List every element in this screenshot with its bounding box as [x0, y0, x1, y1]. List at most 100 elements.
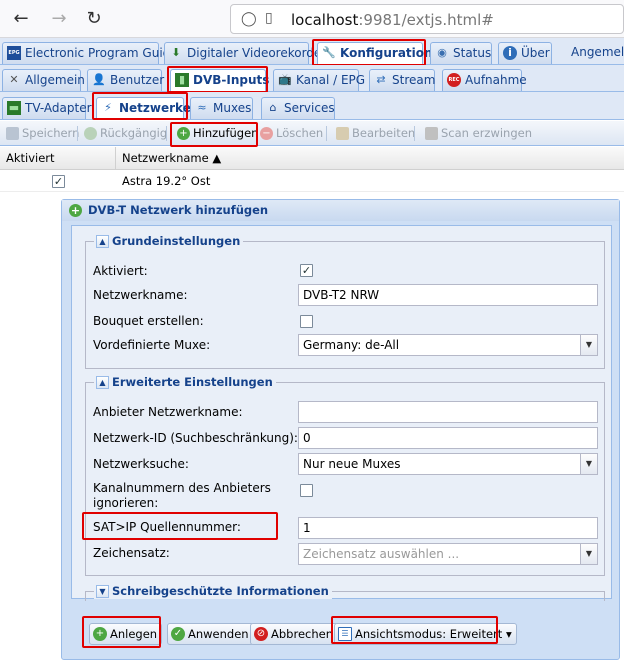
chevron-down-icon[interactable]: ▼ — [580, 454, 597, 474]
epg-icon: EPG — [7, 46, 21, 60]
tab-status-label: Status — [453, 46, 492, 60]
url-path: :9981/extjs.html# — [358, 11, 494, 29]
tab-about-label: Über — [521, 46, 550, 60]
undo-icon — [84, 127, 97, 140]
predefined-muxes-value: Germany: de-All — [303, 338, 400, 352]
tools-icon: ✕ — [9, 73, 19, 86]
undo-button[interactable]: Rückgängig — [82, 125, 167, 142]
download-icon: ⬇ — [171, 46, 181, 59]
network-name-input[interactable]: DVB-T2 NRW — [298, 284, 598, 306]
delete-button[interactable]: − Löschen — [258, 125, 323, 142]
bouquet-checkbox[interactable] — [300, 315, 313, 328]
apply-button-label: Anwenden — [188, 627, 249, 641]
stream-icon: ⇄ — [376, 73, 386, 86]
dialog-title: DVB-T Netzwerk hinzufügen — [88, 203, 269, 217]
row-activated-checkbox[interactable]: ✓ — [52, 175, 65, 188]
services-icon: ⌂ — [269, 101, 277, 114]
check-icon: ✓ — [171, 627, 185, 641]
tab-epg[interactable]: EPG Electronic Program Guide — [2, 42, 178, 64]
cancel-button[interactable]: ⊘ Abbrechen — [250, 623, 338, 645]
save-button[interactable]: Speichern — [4, 125, 79, 142]
network-search-select[interactable]: Nur neue Muxes ▼ — [298, 453, 598, 475]
tab-dvr[interactable]: ⬇ Digitaler Videorekorder — [164, 42, 326, 64]
provider-name-input[interactable] — [298, 401, 598, 423]
tab-stream[interactable]: ⇄ Stream — [369, 69, 435, 91]
scan-button-label: Scan erzwingen — [441, 126, 533, 140]
highlight-add — [170, 122, 258, 147]
tab-users-label: Benutzer — [110, 73, 165, 87]
scan-button[interactable]: Scan erzwingen — [423, 125, 532, 142]
readonly-fieldset: ▼ Schreibgeschützte Informationen — [85, 584, 605, 601]
tab-services-label: Services — [284, 101, 335, 115]
cancel-button-label: Abbrechen — [271, 627, 333, 641]
advanced-settings-title: Erweiterte Einstellungen — [112, 375, 273, 389]
charset-select[interactable]: Zeichensatz auswählen ... ▼ — [298, 543, 598, 565]
basic-settings-legend[interactable]: ▲ Grundeinstellungen — [94, 234, 244, 249]
highlight-dvb-inputs — [167, 66, 268, 93]
tv-icon: 📺 — [278, 73, 292, 86]
tab-recording[interactable]: REC Aufnahme — [442, 69, 527, 91]
network-name-label: Netzwerkname: — [93, 288, 188, 302]
add-icon: + — [69, 204, 82, 217]
tab-tv-adapter[interactable]: ▬ TV-Adapter — [2, 97, 92, 119]
ignore-numbers-label: Kanalnummern des Anbieters — [93, 481, 271, 495]
ignore-numbers-label-2: ignorieren: — [93, 496, 159, 510]
highlight-configuration — [312, 39, 426, 66]
browser-toolbar: ← → ↻ ◯ ▯ localhost:9981/extjs.html# — [0, 0, 624, 38]
chevron-down-icon[interactable]: ▼ — [580, 544, 597, 564]
url-text: localhost:9981/extjs.html# — [291, 11, 494, 29]
column-network-name[interactable]: Netzwerkname ▲ — [116, 147, 624, 170]
tab-general-label: Allgemein — [25, 73, 85, 87]
collapse-icon[interactable]: ▲ — [96, 376, 109, 389]
ignore-numbers-checkbox[interactable] — [300, 484, 313, 497]
advanced-settings-legend[interactable]: ▲ Erweiterte Einstellungen — [94, 375, 276, 390]
tab-recording-label: Aufnahme — [465, 73, 527, 87]
tab-about[interactable]: i Über — [498, 42, 552, 64]
expand-icon[interactable]: ▼ — [96, 585, 109, 598]
tab-muxes[interactable]: ≈ Muxes — [190, 97, 253, 119]
activated-checkbox[interactable]: ✓ — [300, 264, 313, 277]
user-icon: 👤 — [92, 73, 106, 86]
grid-header: Aktiviert Netzwerkname ▲ — [0, 147, 624, 170]
tab-channel-epg[interactable]: 📺 Kanal / EPG — [273, 69, 365, 91]
url-host: localhost — [291, 11, 359, 29]
page-icon: ▯ — [265, 10, 273, 26]
chevron-down-icon[interactable]: ▼ — [580, 335, 597, 355]
row-network-name: Astra 19.2° Ost — [122, 174, 211, 188]
back-icon[interactable]: ← — [10, 8, 32, 30]
save-button-label: Speichern — [22, 126, 80, 140]
tab-stream-label: Stream — [392, 73, 436, 87]
table-row[interactable]: ✓ Astra 19.2° Ost — [0, 171, 624, 192]
charset-label: Zeichensatz: — [93, 546, 170, 560]
dialog-body: ▲ Grundeinstellungen Aktiviert: ✓ Netzwe… — [71, 225, 612, 601]
tab-services[interactable]: ⌂ Services — [261, 97, 335, 119]
tab-status[interactable]: ◉ Status — [430, 42, 492, 64]
delete-icon: − — [260, 127, 273, 140]
tab-users[interactable]: 👤 Benutzer — [87, 69, 165, 91]
adapter-icon: ▬ — [7, 101, 21, 115]
forward-icon[interactable]: → — [48, 8, 70, 30]
tab-general[interactable]: ✕ Allgemein — [2, 69, 85, 91]
edit-button[interactable]: Bearbeiten — [334, 125, 415, 142]
tab-tv-adapter-label: TV-Adapter — [25, 101, 92, 115]
column-activated[interactable]: Aktiviert — [0, 147, 116, 170]
readonly-legend[interactable]: ▼ Schreibgeschützte Informationen — [94, 584, 332, 599]
rec-icon: REC — [447, 73, 461, 87]
activated-label: Aktiviert: — [93, 264, 148, 278]
charset-placeholder: Zeichensatz auswählen ... — [303, 547, 460, 561]
mux-icon: ≈ — [197, 101, 207, 114]
apply-button[interactable]: ✓ Anwenden — [167, 623, 254, 645]
config-tab-bar: ✕ Allgemein 👤 Benutzer ▮ DVB-Inputs 📺 Ka… — [0, 65, 624, 92]
url-bar[interactable]: ◯ ▯ localhost:9981/extjs.html# — [230, 4, 624, 34]
edit-button-label: Bearbeiten — [352, 126, 416, 140]
tab-epg-label: Electronic Program Guide — [25, 46, 178, 60]
network-id-input[interactable]: 0 — [298, 427, 598, 449]
satip-source-input[interactable]: 1 — [298, 517, 598, 539]
reload-icon[interactable]: ↻ — [83, 8, 105, 30]
predefined-muxes-select[interactable]: Germany: de-All ▼ — [298, 334, 598, 356]
eye-icon: ◉ — [437, 46, 447, 59]
highlight-satip — [82, 512, 278, 540]
collapse-icon[interactable]: ▲ — [96, 235, 109, 248]
dialog-titlebar[interactable]: + DVB-T Netzwerk hinzufügen — [62, 200, 619, 221]
tab-dvr-label: Digitaler Videorekorder — [187, 46, 327, 60]
